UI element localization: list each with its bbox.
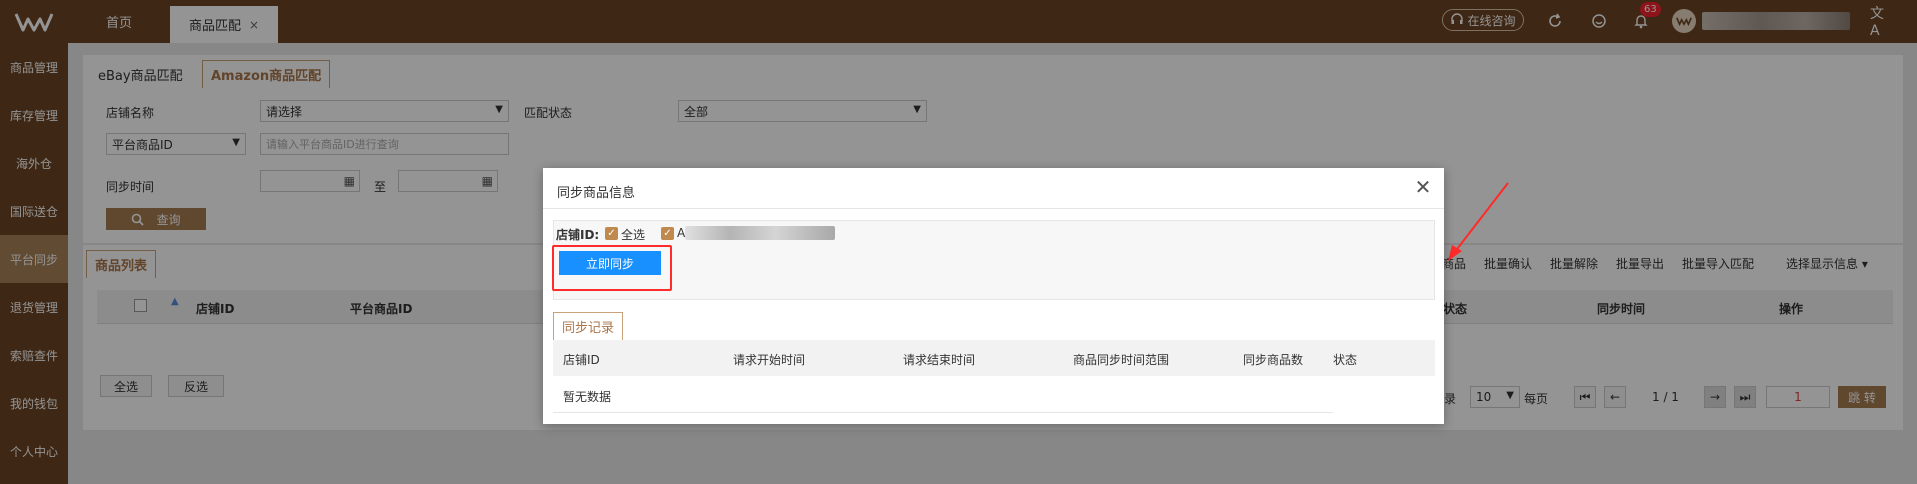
modal-divider — [543, 208, 1444, 209]
shop-id-label: 店铺ID: — [556, 228, 600, 242]
tab-sync-records[interactable]: 同步记录 — [553, 312, 624, 340]
sync-product-modal: 同步商品信息 ✕ 店铺ID: ✓ 全选 ✓ A 立即同步 同步记录 店铺ID 请… — [543, 168, 1444, 424]
select-all-checkbox-checked[interactable]: ✓ — [605, 227, 618, 240]
records-divider — [553, 412, 1333, 413]
modal-title: 同步商品信息 — [557, 186, 636, 201]
close-icon[interactable]: ✕ — [1412, 175, 1434, 199]
rec-col-sync-range: 商品同步时间范围 — [1073, 353, 1170, 367]
rec-col-status: 状态 — [1333, 353, 1358, 367]
red-arrow-annotation-icon — [1448, 182, 1509, 261]
shop-item-label: A — [677, 226, 686, 240]
sync-now-button[interactable]: 立即同步 — [559, 251, 661, 275]
select-all-label: 全选 — [621, 228, 646, 242]
rec-col-request-end: 请求结束时间 — [903, 353, 976, 367]
sync-records-header: 店铺ID 请求开始时间 请求结束时间 商品同步时间范围 同步商品数 状态 — [553, 340, 1435, 376]
rec-col-sync-count: 同步商品数 — [1243, 353, 1304, 367]
shop-checkbox-checked[interactable]: ✓ — [661, 227, 674, 240]
shop-id-redacted — [685, 226, 835, 240]
rec-col-request-start: 请求开始时间 — [733, 353, 806, 367]
empty-data-text: 暂无数据 — [563, 390, 612, 404]
rec-col-shop-id: 店铺ID — [563, 353, 600, 367]
